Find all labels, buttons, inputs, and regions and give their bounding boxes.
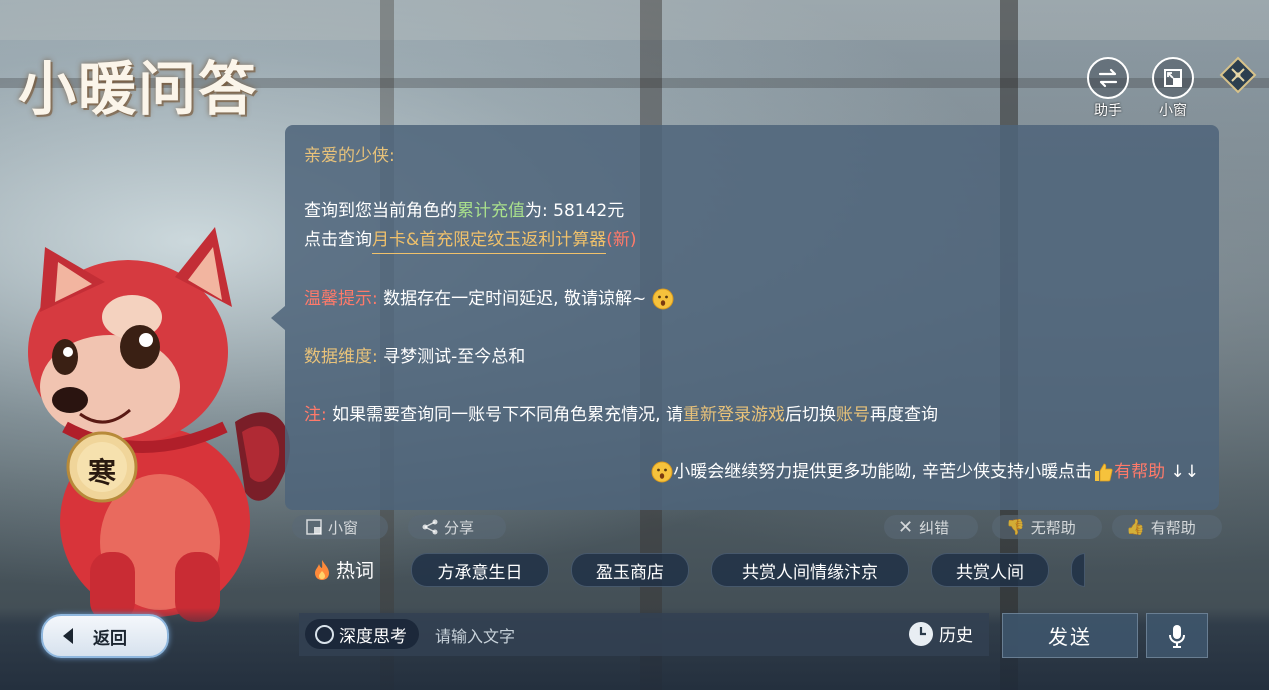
hot-words-label: 热词 — [313, 556, 374, 583]
assistant-button[interactable]: 助手 — [1086, 57, 1130, 120]
dimension-text: 寻梦测试-至今总和 — [377, 347, 526, 367]
hot-word-chip[interactable]: 共赏人间情缘汴京 — [711, 553, 909, 587]
window-icon — [306, 519, 322, 535]
query-prefix: 点击查询 — [304, 230, 372, 250]
correct-button[interactable]: ✕ 纠错 — [884, 515, 978, 539]
assistant-label: 助手 — [1094, 103, 1122, 119]
page-title: 小暖问答 — [18, 55, 259, 123]
share-icon — [422, 519, 438, 535]
dimension-line: 数据维度: 寻梦测试-至今总和 — [304, 342, 525, 367]
microphone-button[interactable] — [1146, 613, 1208, 658]
note-line: 注: 如果需要查询同一账号下不同角色累充情况, 请重新登录游戏后切换账号再度查询 — [304, 400, 938, 425]
history-label: 历史 — [939, 626, 973, 646]
message-input[interactable] — [433, 620, 897, 652]
hot-word-chip[interactable]: 方承意生日 — [411, 553, 549, 587]
query-line: 点击查询月卡&首充限定纹玉返利计算器(新) — [304, 225, 637, 254]
share-button[interactable]: 分享 — [408, 515, 506, 539]
footer-arrows: ↓↓ — [1170, 462, 1200, 482]
shocked-face-emoji-icon — [651, 461, 673, 483]
deep-think-toggle[interactable]: 深度思考 — [305, 619, 419, 649]
share-label: 分享 — [444, 518, 475, 537]
not-helpful-label: 无帮助 — [1030, 518, 1076, 537]
footer-text: 小暖会继续努力提供更多功能呦, 辛苦少侠支持小暖点击 — [673, 462, 1093, 482]
microphone-icon — [1169, 624, 1185, 648]
window-icon — [1152, 57, 1194, 99]
hot-word-chip[interactable]: 盈玉商店 — [571, 553, 689, 587]
back-button[interactable]: 返回 — [41, 614, 169, 658]
tip-text: 数据存在一定时间延迟, 敬请谅解~ — [377, 289, 647, 309]
radio-circle-icon — [315, 624, 334, 644]
hot-word-chip[interactable]: 共赏人间 — [931, 553, 1049, 587]
back-label: 返回 — [93, 628, 127, 649]
tip-label: 温馨提示: — [304, 289, 378, 309]
menu-diamond-icon[interactable] — [1219, 56, 1257, 94]
tip-line: 温馨提示: 数据存在一定时间延迟, 敬请谅解~ — [304, 284, 674, 310]
correct-label: 纠错 — [919, 518, 950, 537]
note-text-3: 再度查询 — [869, 405, 938, 425]
flame-icon — [315, 559, 329, 580]
note-label: 注: — [304, 405, 327, 425]
new-badge: (新) — [606, 230, 637, 250]
helpful-label: 有帮助 — [1150, 518, 1196, 537]
answer-panel: 亲爱的少侠: 查询到您当前角色的累计充值为: 58142元 点击查询月卡&首充限… — [285, 125, 1219, 510]
recharge-highlight: 累计充值 — [457, 201, 525, 221]
close-icon: ✕ — [898, 516, 914, 538]
greeting: 亲爱的少侠: — [304, 146, 395, 166]
helpful-button[interactable]: 👍 有帮助 — [1112, 515, 1222, 539]
shocked-face-emoji-icon — [652, 288, 674, 310]
small-window-action-button[interactable]: 小窗 — [292, 515, 388, 539]
small-window-button[interactable]: 小窗 — [1151, 57, 1195, 120]
footer-highlight: 有帮助 — [1114, 462, 1166, 482]
small-window-label: 小窗 — [1159, 103, 1187, 119]
note-text-1: 如果需要查询同一账号下不同角色累充情况, 请 — [326, 405, 683, 425]
deep-think-label: 深度思考 — [339, 626, 407, 647]
thumbs-down-icon: 👎 — [1006, 518, 1025, 536]
note-highlight-relogin: 重新登录游戏 — [682, 405, 785, 425]
mascot-dog-image — [28, 227, 290, 622]
recharge-line: 查询到您当前角色的累计充值为: 58142元 — [304, 196, 624, 221]
recharge-prefix: 查询到您当前角色的 — [304, 201, 457, 221]
speech-bubble-pointer — [271, 306, 285, 330]
recharge-suffix: 为: 58142元 — [525, 201, 625, 221]
thumbs-up-emoji-icon — [1095, 463, 1113, 482]
hot-words-text: 热词 — [336, 560, 375, 582]
dimension-label: 数据维度: — [304, 347, 378, 367]
swap-icon — [1087, 57, 1129, 99]
chat-input-bar: 深度思考 历史 — [299, 613, 989, 656]
greeting-line: 亲爱的少侠: — [304, 141, 395, 166]
send-button[interactable]: 发送 — [1002, 613, 1138, 658]
note-text-2: 后切换 — [784, 405, 836, 425]
clock-icon — [909, 621, 933, 646]
small-window-action-label: 小窗 — [328, 518, 359, 537]
note-highlight-account: 账号 — [835, 405, 870, 425]
back-arrow-icon — [63, 628, 73, 644]
footer-line: 小暖会继续努力提供更多功能呦, 辛苦少侠支持小暖点击 有帮助 ↓↓ — [651, 457, 1199, 483]
background-sky — [0, 0, 1269, 40]
history-button[interactable]: 历史 — [909, 621, 973, 646]
collar-tag-char: 寒 — [87, 456, 116, 489]
not-helpful-button[interactable]: 👎 无帮助 — [992, 515, 1102, 539]
calculator-link[interactable]: 月卡&首充限定纹玉返利计算器 — [372, 230, 607, 254]
hot-word-chip-partial[interactable] — [1071, 553, 1085, 587]
thumbs-up-icon: 👍 — [1126, 518, 1145, 536]
